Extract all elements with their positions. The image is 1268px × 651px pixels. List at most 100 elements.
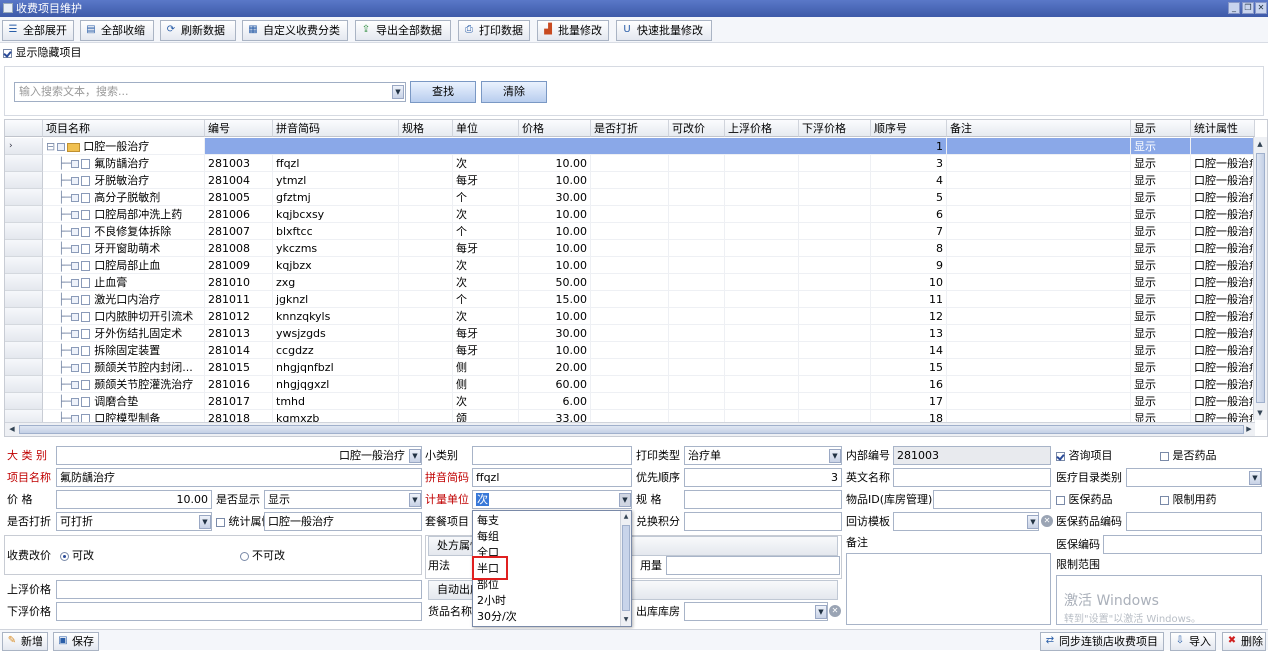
row-header[interactable]: [5, 223, 43, 240]
insurance-drug-row[interactable]: 医保药品: [1056, 490, 1113, 510]
table-row[interactable]: ├─ 口腔局部止血 281009 kqjbzx 次 10.00 9 显示 口腔一般治疗: [5, 257, 1255, 274]
spec-field[interactable]: [684, 490, 842, 509]
search-input[interactable]: 输入搜索文本，搜索...: [14, 82, 406, 102]
show-dropdown-icon[interactable]: ▼: [409, 493, 421, 507]
close-icon[interactable]: ✕: [1255, 2, 1267, 14]
scroll-down-icon[interactable]: ▼: [1254, 407, 1266, 419]
row-header[interactable]: [5, 155, 43, 172]
can-change-option[interactable]: 可改: [60, 546, 94, 566]
discount-dropdown-icon[interactable]: ▼: [199, 515, 211, 529]
consult-row[interactable]: 咨询项目: [1056, 446, 1113, 466]
insurance-drug-checkbox[interactable]: [1056, 495, 1065, 505]
node-checkbox[interactable]: [71, 177, 80, 185]
node-checkbox[interactable]: [71, 364, 80, 372]
row-header[interactable]: [5, 257, 43, 274]
col-header-order[interactable]: 顺序号: [871, 120, 947, 137]
category-dropdown-icon[interactable]: ▼: [409, 449, 421, 463]
node-checkbox[interactable]: [71, 347, 80, 355]
stat-field[interactable]: 口腔一般治疗: [264, 512, 422, 531]
vertical-scroll-thumb[interactable]: [1256, 153, 1265, 403]
row-header[interactable]: [5, 342, 43, 359]
row-header[interactable]: [5, 291, 43, 308]
show-hidden-row[interactable]: 显示隐藏项目: [0, 44, 300, 62]
node-checkbox[interactable]: [71, 279, 80, 287]
table-row-parent[interactable]: › ⊟ 口腔一般治疗 1 显示: [5, 138, 1255, 155]
col-header-unit[interactable]: 单位: [453, 120, 519, 137]
float-up-field[interactable]: [56, 580, 422, 599]
show-select[interactable]: 显示: [264, 490, 422, 509]
unit-option[interactable]: 每组: [477, 529, 499, 545]
row-header[interactable]: [5, 206, 43, 223]
followup-select[interactable]: [893, 512, 1039, 531]
col-header-float-down[interactable]: 下浮价格: [799, 120, 871, 137]
unit-option[interactable]: 2小时: [477, 593, 506, 609]
col-header-pinyin[interactable]: 拼音简码: [273, 120, 399, 137]
scroll-left-icon[interactable]: ◀: [6, 423, 18, 435]
import-button[interactable]: ⇩ 导入: [1170, 632, 1216, 651]
export-all-button[interactable]: ⇪ 导出全部数据: [355, 20, 451, 41]
med-catalog-select[interactable]: [1126, 468, 1262, 487]
node-checkbox[interactable]: [71, 313, 80, 321]
node-checkbox[interactable]: [71, 398, 80, 406]
tree-expander-icon[interactable]: ⊟: [46, 140, 55, 153]
table-row[interactable]: ├─ 颞颌关节腔内封闭... 281015 nhgjqnfbzl 侧 20.00 15 显示口…: [5, 359, 1255, 376]
quick-batch-edit-button[interactable]: U 快速批量修改: [616, 20, 712, 41]
insurance-drug-code-field[interactable]: [1126, 512, 1262, 531]
table-row[interactable]: ├─ 不良修复体拆除 281007 blxftcc 个 10.00 7 显示 口腔一般治疗: [5, 223, 1255, 240]
custom-category-button[interactable]: ▦ 自定义收费分类: [242, 20, 348, 41]
float-down-field[interactable]: [56, 602, 422, 621]
row-header[interactable]: [5, 325, 43, 342]
col-header-editable[interactable]: 可改价: [669, 120, 725, 137]
med-catalog-dropdown-icon[interactable]: ▼: [1249, 471, 1261, 485]
dropdown-scroll-down-icon[interactable]: ▼: [620, 614, 632, 626]
priority-field[interactable]: 3: [684, 468, 842, 487]
clear-followup-icon[interactable]: ✕: [1041, 515, 1053, 527]
restore-icon[interactable]: ❐: [1242, 2, 1254, 14]
cannot-change-option[interactable]: 不可改: [240, 546, 285, 566]
row-header[interactable]: [5, 274, 43, 291]
table-row[interactable]: ├─ 颞颌关节腔灌洗治疗 281016 nhgjqgxzl 侧 60.00 16 显示 口腔一般…: [5, 376, 1255, 393]
table-row[interactable]: ├─ 口内脓肿切开引流术 281012 knnzqkyls 次 10.00 12 显示 口腔一般…: [5, 308, 1255, 325]
print-type-dropdown-icon[interactable]: ▼: [829, 449, 841, 463]
table-row[interactable]: ├─ 牙开窗助萌术 281008 ykczms 每牙 10.00 8 显示 口腔一般治疗: [5, 240, 1255, 257]
unit-option[interactable]: 30分/次: [477, 609, 517, 625]
row-header[interactable]: [5, 189, 43, 206]
node-checkbox[interactable]: [71, 211, 80, 219]
table-row[interactable]: ├─ 止血膏 281010 zxg 次 50.00 10 显示 口腔一般治疗: [5, 274, 1255, 291]
clear-button[interactable]: 清除: [481, 81, 547, 103]
dropdown-scrollbar[interactable]: ▲ ▼: [620, 511, 631, 626]
unit-select[interactable]: 次: [472, 490, 632, 509]
discount-select[interactable]: 可打折: [56, 512, 212, 531]
minimize-icon[interactable]: _: [1228, 2, 1240, 14]
table-row[interactable]: ├─ 高分子脱敏剂 281005 gfztmj 个 30.00 5 显示 口腔一般治疗: [5, 189, 1255, 206]
is-drug-row[interactable]: 是否药品: [1160, 446, 1217, 466]
col-header-show[interactable]: 显示: [1131, 120, 1191, 137]
col-header-name[interactable]: 项目名称: [43, 120, 205, 137]
restricted-drug-row[interactable]: 限制用药: [1160, 490, 1217, 510]
collapse-all-button[interactable]: ▤ 全部收缩: [80, 20, 154, 41]
name-field[interactable]: 氟防龋治疗: [56, 468, 422, 487]
col-header-float-up[interactable]: 上浮价格: [725, 120, 799, 137]
unit-dropdown-icon[interactable]: ▼: [619, 493, 631, 507]
delete-button[interactable]: ✖ 删除: [1222, 632, 1266, 651]
row-header[interactable]: [5, 393, 43, 410]
node-checkbox[interactable]: [71, 296, 80, 304]
notes-textarea[interactable]: [846, 553, 1051, 625]
expand-all-button[interactable]: ☰ 全部展开: [2, 20, 74, 41]
node-checkbox[interactable]: [71, 381, 80, 389]
subcategory-field[interactable]: [472, 446, 632, 465]
table-row[interactable]: ├─ 牙脱敏治疗 281004 ytmzl 每牙 10.00 4 显示 口腔一般治疗: [5, 172, 1255, 189]
grid-vertical-scrollbar[interactable]: ▲ ▼: [1253, 137, 1267, 420]
is-drug-checkbox[interactable]: [1160, 451, 1169, 461]
clear-warehouse-icon[interactable]: ✕: [829, 605, 841, 617]
category-select[interactable]: 口腔一般治疗: [56, 446, 422, 465]
cannot-change-radio[interactable]: [240, 551, 249, 561]
row-header[interactable]: [5, 308, 43, 325]
new-button[interactable]: ✎ 新增: [2, 632, 48, 651]
scroll-up-icon[interactable]: ▲: [1254, 138, 1266, 150]
row-header[interactable]: [5, 376, 43, 393]
table-row[interactable]: ├─ 拆除固定装置 281014 ccgdzz 每牙 10.00 14 显示 口腔一般治疗: [5, 342, 1255, 359]
row-header[interactable]: [5, 359, 43, 376]
stat-checkbox[interactable]: [216, 517, 225, 527]
show-hidden-checkbox[interactable]: [3, 48, 12, 58]
